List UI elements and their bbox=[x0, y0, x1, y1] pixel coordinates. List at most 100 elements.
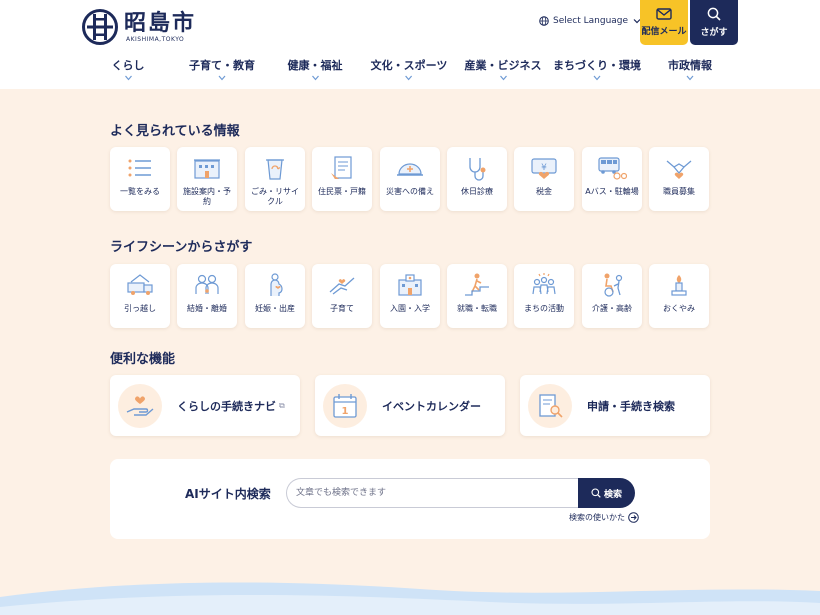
arrow-right-circle-icon bbox=[628, 512, 639, 523]
popular-item[interactable]: Aバス・駐輪場 bbox=[582, 147, 642, 211]
search-help-link[interactable]: 検索の使いかた bbox=[569, 512, 639, 523]
nav-item-bunka[interactable]: 文化・スポーツ bbox=[370, 57, 448, 81]
life-item[interactable]: 入園・入学 bbox=[380, 264, 440, 328]
career-icon bbox=[465, 273, 489, 296]
tile-label: 職員募集 bbox=[663, 187, 695, 196]
tile-label: 災害への備え bbox=[386, 187, 434, 196]
life-item[interactable]: おくやみ bbox=[649, 264, 709, 328]
elderly-care-icon bbox=[604, 273, 623, 297]
chevron-down-icon bbox=[686, 75, 694, 81]
tile-label: 就職・転職 bbox=[457, 304, 497, 313]
popular-item[interactable]: 休日診療 bbox=[447, 147, 507, 211]
parenting-icon bbox=[329, 277, 355, 295]
life-item[interactable]: 就職・転職 bbox=[447, 264, 507, 328]
life-item[interactable]: まちの活動 bbox=[514, 264, 574, 328]
popular-item[interactable]: 一覧をみる bbox=[110, 147, 170, 211]
popular-section-title: よく見られている情報 bbox=[110, 124, 240, 139]
feature-label: くらしの手続きナビ bbox=[177, 399, 276, 413]
language-label: Select Language bbox=[553, 16, 629, 26]
tile-label: まちの活動 bbox=[524, 304, 564, 313]
tile-label: 施設案内・予約 bbox=[183, 187, 231, 206]
mail-icon bbox=[656, 8, 672, 20]
life-item[interactable]: 引っ越し bbox=[110, 264, 170, 328]
community-icon bbox=[532, 273, 556, 295]
couple-icon bbox=[195, 274, 219, 294]
search-help-label: 検索の使いかた bbox=[569, 513, 625, 522]
handshake-icon bbox=[666, 160, 692, 179]
document-search-icon bbox=[539, 393, 563, 418]
nav-item-kenko[interactable]: 健康・福祉 bbox=[288, 57, 343, 81]
life-item[interactable]: 子育て bbox=[312, 264, 372, 328]
logo-title: 昭島市 bbox=[124, 10, 197, 36]
ai-search-title: AIサイト内検索 bbox=[185, 487, 271, 501]
site-logo[interactable]: 昭島市 AKISHIMA,TOKYO bbox=[82, 9, 196, 45]
nav-item-machizukuri[interactable]: まちづくり・環境 bbox=[553, 57, 641, 81]
life-item[interactable]: 介護・高齢 bbox=[582, 264, 642, 328]
search-icon bbox=[707, 7, 721, 21]
language-selector[interactable]: Select Language bbox=[539, 16, 641, 26]
tax-icon: ¥ bbox=[531, 158, 557, 179]
popular-item[interactable]: 職員募集 bbox=[649, 147, 709, 211]
chevron-down-icon bbox=[593, 75, 601, 81]
ai-search-submit-button[interactable]: 検索 bbox=[578, 478, 635, 508]
moving-truck-icon bbox=[127, 274, 153, 295]
svg-text:¥: ¥ bbox=[541, 163, 547, 173]
tile-label: 子育て bbox=[330, 304, 354, 313]
pregnancy-icon bbox=[270, 273, 283, 296]
school-icon bbox=[398, 274, 422, 296]
ai-search-input[interactable] bbox=[286, 478, 578, 508]
nav-item-label: 子育て・教育 bbox=[189, 59, 255, 72]
globe-icon bbox=[539, 16, 549, 26]
chevron-down-icon bbox=[311, 75, 319, 81]
procedure-navi-card[interactable]: くらしの手続きナビ ⧉ bbox=[110, 375, 300, 436]
life-item[interactable]: 妊娠・出産 bbox=[245, 264, 305, 328]
nav-item-label: 文化・スポーツ bbox=[370, 59, 448, 72]
stethoscope-icon bbox=[469, 158, 486, 181]
feature-label: イベントカレンダー bbox=[382, 399, 481, 413]
tile-label: 一覧をみる bbox=[120, 187, 160, 196]
nav-item-kurashi[interactable]: くらし bbox=[112, 57, 145, 81]
life-item[interactable]: 結婚・離婚 bbox=[177, 264, 237, 328]
nav-item-label: まちづくり・環境 bbox=[553, 59, 641, 72]
feature-icon-bg: 1 bbox=[323, 383, 367, 428]
tile-label: 入園・入学 bbox=[390, 304, 430, 313]
logo-subtitle: AKISHIMA,TOKYO bbox=[126, 35, 185, 43]
event-calendar-card[interactable]: 1 イベントカレンダー bbox=[315, 375, 505, 436]
list-icon bbox=[128, 159, 151, 177]
popular-item[interactable]: ごみ・リサイクル bbox=[245, 147, 305, 211]
ai-search-button-label: 検索 bbox=[603, 489, 622, 500]
tile-label: ごみ・リサイクル bbox=[251, 187, 299, 206]
features-section-title: 便利な機能 bbox=[110, 352, 176, 367]
ai-search-panel: AIサイト内検索 検索 検索の使いかた bbox=[110, 459, 710, 539]
popular-item[interactable]: 住民票・戸籍 bbox=[312, 147, 372, 211]
popular-item[interactable]: 施設案内・予約 bbox=[177, 147, 237, 211]
trash-recycle-icon bbox=[266, 159, 284, 180]
chevron-down-icon bbox=[218, 75, 226, 81]
popular-item[interactable]: 災害への備え bbox=[380, 147, 440, 211]
tile-label: 介護・高齢 bbox=[592, 304, 632, 313]
nav-item-label: くらし bbox=[111, 59, 145, 72]
chevron-down-icon bbox=[499, 75, 507, 81]
nav-item-shisei[interactable]: 市政情報 bbox=[668, 57, 712, 81]
popular-item[interactable]: ¥ 税金 bbox=[514, 147, 574, 211]
footer-wave-decoration bbox=[0, 582, 820, 615]
nav-item-sangyo[interactable]: 産業・ビジネス bbox=[465, 57, 542, 81]
mail-subscription-button[interactable]: 配信メール bbox=[640, 0, 688, 45]
external-link-icon: ⧉ bbox=[279, 400, 285, 410]
life-section-title: ライフシーンからさがす bbox=[110, 240, 253, 255]
tile-label: 住民票・戸籍 bbox=[318, 187, 366, 196]
helmet-icon bbox=[397, 163, 423, 176]
nav-item-kosodate[interactable]: 子育て・教育 bbox=[189, 57, 255, 81]
bus-bicycle-icon bbox=[598, 157, 627, 180]
nav-item-label: 市政情報 bbox=[668, 59, 712, 72]
tile-label: おくやみ bbox=[663, 304, 695, 313]
tile-label: Aバス・駐輪場 bbox=[585, 187, 639, 196]
building-icon bbox=[194, 159, 220, 179]
tile-label: 結婚・離婚 bbox=[187, 304, 227, 313]
city-emblem-icon bbox=[82, 9, 118, 45]
search-button-label: さがす bbox=[700, 28, 728, 38]
application-search-card[interactable]: 申請・手続き検索 bbox=[520, 375, 710, 436]
site-search-button[interactable]: さがす bbox=[690, 0, 738, 45]
tile-label: 引っ越し bbox=[124, 304, 156, 313]
condolence-icon bbox=[671, 275, 687, 296]
